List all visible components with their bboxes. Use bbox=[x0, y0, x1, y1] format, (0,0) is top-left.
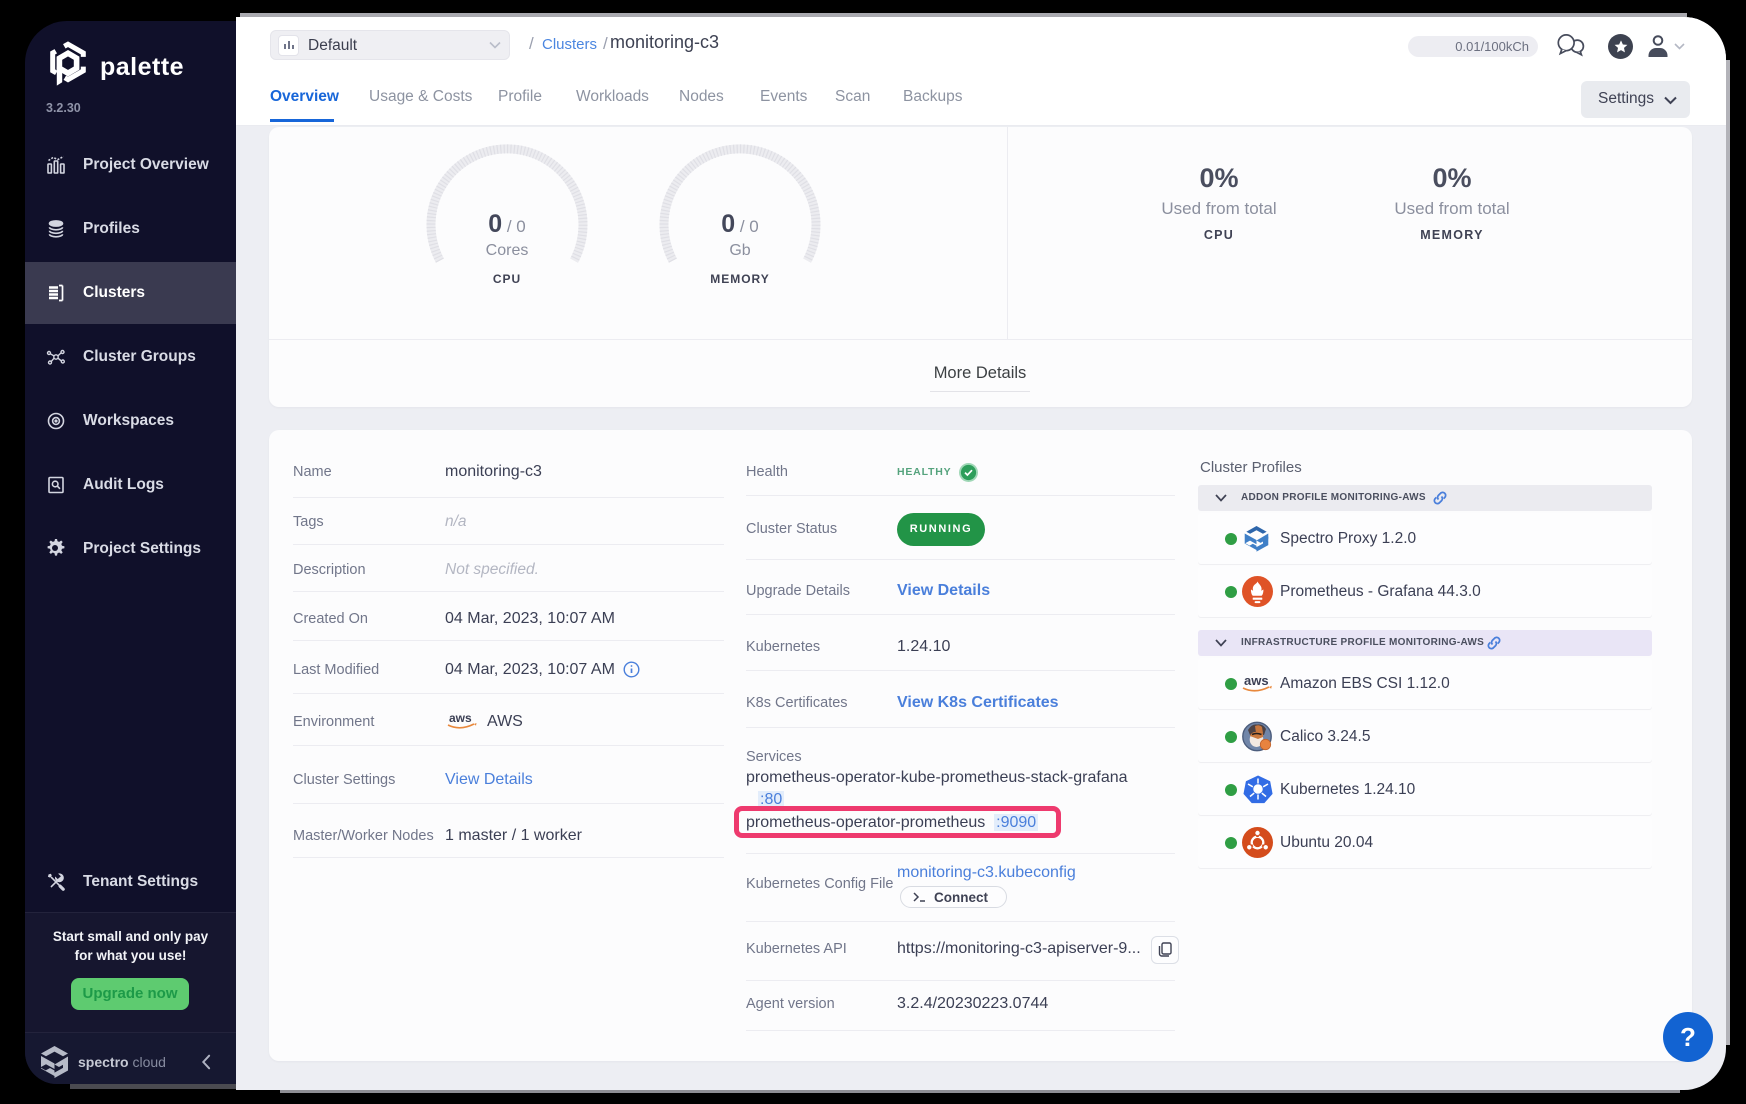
svg-text:aws: aws bbox=[1244, 673, 1269, 688]
svg-text:aws: aws bbox=[449, 711, 472, 725]
